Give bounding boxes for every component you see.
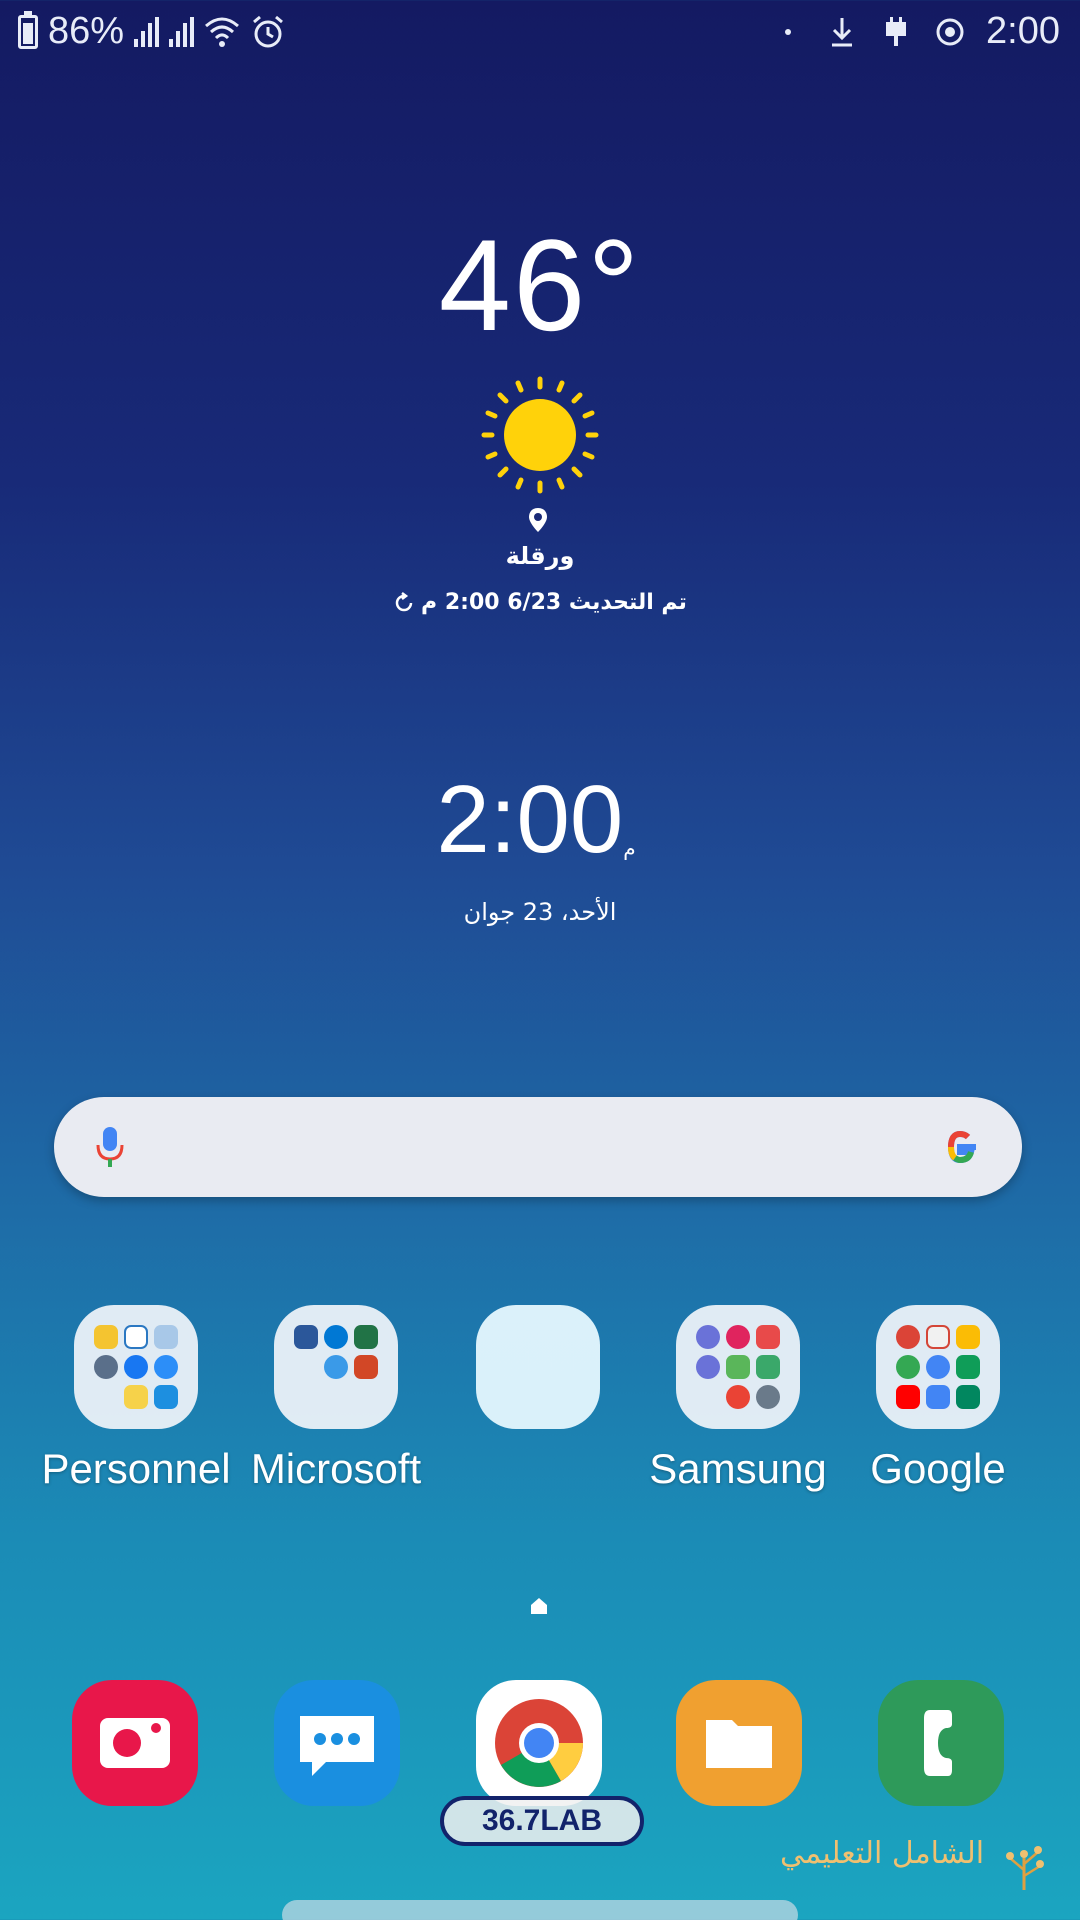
status-right: 2:00: [770, 10, 1060, 53]
files-icon: [706, 1720, 772, 1768]
weather-updated-text: تم التحديث 6/23 2:00 م: [421, 590, 687, 615]
folder-google-icon: [876, 1305, 1000, 1429]
weather-city: ورقلة: [505, 542, 575, 570]
usb-icon: [886, 16, 907, 46]
battery-percent: 86%: [48, 10, 125, 52]
folder-samsung[interactable]: Samsung: [638, 1305, 838, 1495]
home-page-indicator-icon[interactable]: [529, 1596, 549, 1616]
signal-1-icon: [134, 16, 160, 47]
folder-microsoft[interactable]: Microsoft: [236, 1305, 436, 1495]
camera-icon: [100, 1718, 170, 1768]
sync-icon: [936, 18, 964, 45]
clock-ampm: م: [623, 835, 636, 860]
google-g-icon[interactable]: [938, 1125, 982, 1169]
folder-label-google: Google: [870, 1445, 1006, 1492]
alarm-icon: [253, 15, 284, 47]
location-pin-icon: [529, 508, 547, 532]
clock-widget[interactable]: م2:00: [0, 765, 1080, 875]
download-icon: [832, 17, 853, 46]
status-bar: 86% 2:00: [0, 0, 1080, 64]
wifi-icon: [205, 17, 240, 47]
mic-icon[interactable]: [94, 1125, 126, 1169]
folder-personnel-icon: [74, 1305, 198, 1429]
chrome-icon: [495, 1699, 583, 1787]
status-left: 86%: [18, 10, 286, 53]
google-search-bar[interactable]: [54, 1097, 1022, 1197]
weather-updated: تم التحديث 6/23 2:00 م: [0, 590, 1080, 615]
tree-logo-icon: [1006, 1846, 1044, 1890]
folder-personnel[interactable]: Personnel: [36, 1305, 236, 1495]
dot-icon: [785, 28, 792, 35]
status-time: 2:00: [986, 10, 1060, 52]
dock-chrome[interactable]: [476, 1680, 602, 1806]
folder-google[interactable]: Google: [838, 1305, 1038, 1495]
dock-messages[interactable]: [274, 1680, 400, 1806]
folder-microsoft-icon: [274, 1305, 398, 1429]
bottom-handle[interactable]: [282, 1900, 798, 1920]
folder-blurred[interactable]: [438, 1305, 638, 1443]
weather-widget[interactable]: 46° ورقلة تم التحديث 6/23 2:00 م: [0, 212, 1080, 615]
clock-date: الأحد، 23 جوان: [463, 898, 617, 926]
folder-blurred-icon: [476, 1305, 600, 1429]
folder-label-microsoft: Microsoft: [250, 1445, 422, 1492]
folder-samsung-icon: [676, 1305, 800, 1429]
clock-time: 2:00: [436, 766, 624, 873]
phone-icon: [924, 1710, 952, 1776]
signal-2-icon: [169, 16, 195, 47]
watermark-lab: 36.7LAB: [440, 1796, 644, 1846]
dock-camera[interactable]: [72, 1680, 198, 1806]
refresh-icon[interactable]: [393, 592, 415, 614]
folder-label-personnel: Personnel: [41, 1445, 231, 1492]
watermark-arabic: الشامل التعليمي: [780, 1836, 985, 1871]
temperature: 46°: [438, 212, 642, 358]
dock-phone[interactable]: [878, 1680, 1004, 1806]
dock-files[interactable]: [676, 1680, 802, 1806]
battery-icon: [18, 10, 38, 49]
sun-icon: [481, 376, 599, 494]
messages-icon: [300, 1716, 374, 1776]
folder-label-samsung: Samsung: [649, 1445, 827, 1492]
